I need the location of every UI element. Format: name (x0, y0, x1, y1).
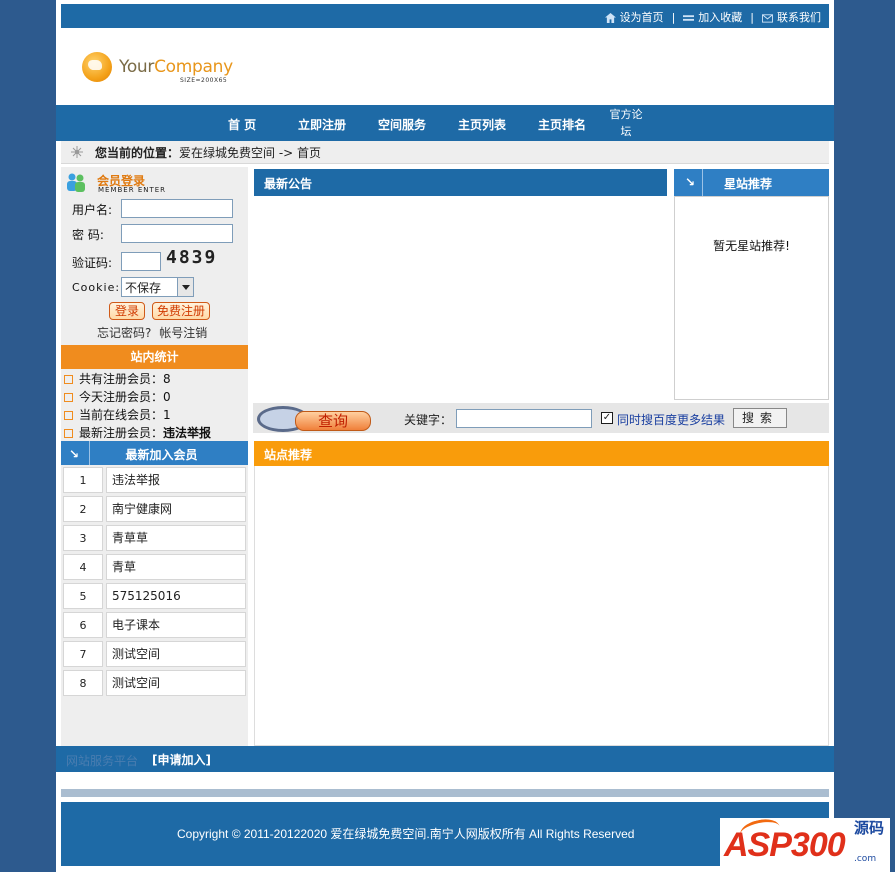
main-nav: 首 页 立即注册 空间服务 主页列表 主页排名 官方论坛 (56, 105, 834, 141)
nav-item-space-service[interactable]: 空间服务 (378, 116, 426, 133)
forgot-password-link[interactable]: 忘记密码? (97, 326, 151, 340)
watermark-logo: ASP300 源码 .com (720, 816, 890, 872)
announcement-body (254, 196, 667, 401)
separator: | (750, 10, 754, 24)
username-input[interactable] (121, 199, 233, 218)
arrow-down-icon: ↘ (685, 175, 696, 189)
members-icon (67, 173, 85, 192)
star-sites-header: ↘ 星站推荐 (674, 169, 829, 196)
location-icon (71, 146, 83, 158)
recommend-body (254, 466, 829, 746)
newest-member-link[interactable]: 违法举报 (163, 426, 211, 440)
favorite-icon (683, 15, 695, 21)
nav-item-forum[interactable]: 官方论坛 (606, 106, 646, 140)
breadcrumb-current: 首页 (297, 146, 322, 160)
bullet-icon (64, 393, 73, 402)
announcement-header: 最新公告 (254, 169, 667, 196)
recommend-header: 站点推荐 (254, 441, 829, 466)
stat-total: 共有注册会员：8 (64, 370, 171, 387)
query-button[interactable]: 查询 (255, 405, 373, 432)
bullet-icon (64, 375, 73, 384)
stats-header: 站内统计 (61, 345, 248, 369)
mail-icon (762, 14, 773, 23)
login-button[interactable]: 登录 (109, 302, 145, 320)
contact-link[interactable]: 联系我们 (762, 9, 821, 25)
globe-icon (82, 52, 112, 82)
register-button[interactable]: 免费注册 (152, 302, 210, 320)
company-logo[interactable]: YourCompany SIZE=200X65 (82, 52, 252, 88)
separator: | (671, 10, 676, 24)
captcha-input[interactable] (121, 252, 161, 271)
divider (61, 789, 829, 797)
search-button[interactable]: 搜索 (733, 408, 787, 428)
add-favorite-link[interactable]: 加入收藏 (683, 9, 742, 25)
stat-today: 今天注册会员：0 (64, 388, 171, 405)
bullet-icon (64, 429, 73, 438)
breadcrumb: 您当前的位置：爱在绿城免费空间 -> 首页 (61, 141, 829, 164)
footer: Copyright © 2011-20122020 爱在绿城免费空间.南宁人网版… (61, 802, 829, 866)
nav-item-homepage-rank[interactable]: 主页排名 (538, 116, 586, 133)
cookie-select[interactable]: 不保存 (121, 277, 194, 297)
nav-item-register[interactable]: 立即注册 (298, 116, 346, 133)
left-sidebar: 会员登录 MEMBER ENTER 用户名: 密 码: 验证码: 4839 Co… (61, 167, 248, 746)
top-bar: 设为首页 | 加入收藏 | 联系我们 (61, 4, 829, 28)
captcha-image: 4839 (166, 247, 218, 268)
breadcrumb-site[interactable]: 爱在绿城免费空间 (179, 146, 275, 160)
set-home-link[interactable]: 设为首页 (604, 9, 664, 25)
chevron-down-icon (177, 278, 193, 296)
new-members-header: ↘ 最新加入会员 (61, 441, 248, 465)
friend-links-bar: 网站服务平台 [申请加入] (56, 746, 834, 772)
keyword-input[interactable] (456, 409, 592, 428)
stat-online: 当前在线会员：1 (64, 406, 171, 423)
password-input[interactable] (121, 224, 233, 243)
stat-newest: 最新注册会员：违法举报 (64, 424, 211, 441)
star-sites-body: 暂无星站推荐! (674, 196, 829, 400)
home-icon (604, 13, 616, 23)
nav-item-homepage-list[interactable]: 主页列表 (458, 116, 506, 133)
login-header: 会员登录 MEMBER ENTER (61, 169, 248, 195)
baidu-checkbox[interactable]: ✓ (601, 412, 613, 424)
search-bar: 查询 关键字： ✓ 同时搜百度更多结果 搜索 (253, 403, 829, 433)
apply-link[interactable]: [申请加入] (152, 751, 211, 768)
page: 设为首页 | 加入收藏 | 联系我们 YourCompany SIZE=200X… (56, 0, 834, 872)
bullet-icon (64, 411, 73, 420)
account-cancel-link[interactable]: 帐号注销 (159, 326, 207, 340)
nav-item-home[interactable]: 首 页 (228, 116, 256, 133)
